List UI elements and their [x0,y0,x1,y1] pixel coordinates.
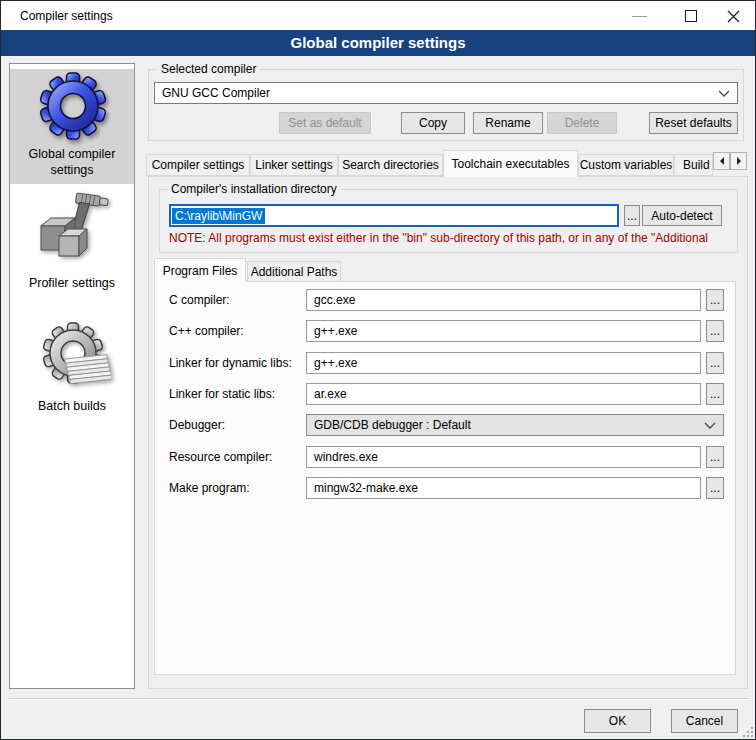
compiler-settings-dialog: Compiler settings Global compiler settin… [0,0,756,740]
batch-builds-icon [37,317,111,395]
debugger-select[interactable]: GDB/CDB debugger : Default [306,414,724,436]
sidebar-item-label: Profiler settings [10,275,134,291]
field-label: C compiler: [169,293,230,307]
note-text: NOTE: All programs must exist either in … [169,231,735,245]
linker-static-input[interactable]: ar.exe [306,383,701,405]
field-label: Debugger: [169,418,225,432]
close-icon[interactable] [727,10,740,23]
tab-scroll-left-icon[interactable] [713,152,730,170]
browse-c-compiler-button[interactable]: ... [706,289,724,311]
chevron-down-icon [704,422,716,429]
resource-compiler-value: windres.exe [314,450,378,464]
chevron-down-icon [718,90,730,97]
linker-static-value: ar.exe [314,387,347,401]
linker-dynamic-input[interactable]: g++.exe [306,352,701,374]
tab-build-options[interactable]: Build [674,154,713,176]
compiler-select-value: GNU GCC Compiler [162,86,270,100]
make-program-value: mingw32-make.exe [314,481,418,495]
delete-button[interactable]: Delete [547,112,617,134]
tab-scroll-right-icon[interactable] [730,152,747,170]
field-label: Linker for static libs: [169,387,275,401]
set-as-default-button[interactable]: Set as default [279,112,371,134]
installation-directory-value: C:\raylib\MinGW [172,208,265,224]
global-compiler-settings-icon [38,71,108,141]
footer-separator [9,698,749,700]
maximize-icon[interactable] [685,10,697,22]
field-label: Linker for dynamic libs: [169,356,292,370]
field-label: C++ compiler: [169,324,244,338]
tab-linker-settings[interactable]: Linker settings [250,154,338,176]
c-compiler-input[interactable]: gcc.exe [306,289,701,311]
subtab-additional-paths[interactable]: Additional Paths [247,261,341,282]
resize-grip[interactable] [743,727,754,738]
make-program-input[interactable]: mingw32-make.exe [306,477,701,499]
field-label: Make program: [169,481,250,495]
debugger-value: GDB/CDB debugger : Default [314,418,471,432]
c-compiler-value: gcc.exe [314,293,355,307]
linker-dynamic-value: g++.exe [314,356,357,370]
ok-button[interactable]: OK [584,709,651,733]
profiler-settings-icon [35,190,109,268]
resource-compiler-input[interactable]: windres.exe [306,446,701,468]
page-title: Global compiler settings [1,30,755,56]
browse-make-program-button[interactable]: ... [706,477,724,499]
tab-toolchain-executables[interactable]: Toolchain executables [443,150,578,177]
browse-directory-button[interactable]: ... [624,205,640,226]
browse-cpp-compiler-button[interactable]: ... [706,320,724,342]
compiler-select[interactable]: GNU GCC Compiler [154,82,738,104]
reset-defaults-button[interactable]: Reset defaults [649,112,738,134]
sidebar-item-label: Batch builds [10,398,134,414]
subtab-program-files[interactable]: Program Files [154,258,246,282]
field-label: Resource compiler: [169,450,272,464]
autodetect-button[interactable]: Auto-detect [642,205,722,226]
cancel-button[interactable]: Cancel [671,709,738,733]
installation-directory-input[interactable]: C:\raylib\MinGW [169,204,619,227]
browse-linker-static-button[interactable]: ... [706,383,724,405]
sidebar-item-label: Global compiler settings [10,146,134,178]
cpp-compiler-input[interactable]: g++.exe [306,320,701,342]
browse-resource-compiler-button[interactable]: ... [706,446,724,468]
cpp-compiler-value: g++.exe [314,324,357,338]
tab-compiler-settings[interactable]: Compiler settings [146,154,250,176]
tab-custom-variables[interactable]: Custom variables [578,154,674,176]
window-title: Compiler settings [20,9,113,23]
minimize-icon[interactable] [632,16,647,17]
browse-linker-dynamic-button[interactable]: ... [706,352,724,374]
rename-button[interactable]: Rename [473,112,543,134]
installation-directory-group-label: Compiler's installation directory [167,182,341,196]
title-bar: Compiler settings [1,1,755,30]
tab-search-directories[interactable]: Search directories [338,154,443,176]
selected-compiler-group-label: Selected compiler [157,62,260,76]
copy-button[interactable]: Copy [401,112,465,134]
